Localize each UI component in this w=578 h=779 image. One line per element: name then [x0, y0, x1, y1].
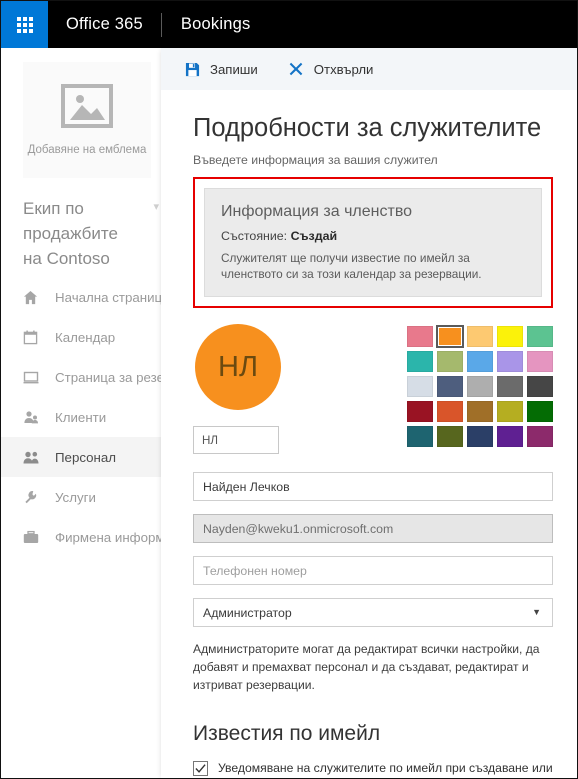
add-logo-label: Добавяне на емблема — [27, 144, 147, 156]
color-palette — [407, 324, 553, 454]
avatar[interactable]: НЛ — [195, 324, 281, 410]
avatar-column: НЛ НЛ — [193, 324, 360, 454]
image-placeholder-icon — [61, 84, 113, 133]
discard-label: Отхвърли — [313, 61, 374, 77]
sidebar-item-business-information[interactable]: Фирмена информац — [1, 517, 161, 557]
close-x-icon — [288, 61, 305, 78]
role-description: Администраторите могат да редактират вси… — [193, 642, 540, 692]
membership-note: Служителят ще получи известие по имейл з… — [221, 251, 482, 281]
page-subtitle: Въведете информация за вашия служител — [193, 153, 438, 167]
phone-field[interactable]: Телефонен номер — [193, 556, 553, 585]
email-field: Nayden@kweku1.onmicrosoft.com — [193, 514, 553, 543]
notify-staff-checkbox-row[interactable]: Уведомяване на служителите по имейл при … — [193, 760, 553, 776]
color-swatch[interactable] — [467, 426, 493, 447]
color-swatch[interactable] — [497, 326, 523, 347]
role-select[interactable]: Администратор ▼ — [193, 598, 553, 627]
membership-status-label: Състояние: — [221, 229, 288, 243]
avatar-and-palette: НЛ НЛ — [193, 324, 553, 454]
monitor-icon — [23, 368, 45, 386]
color-swatch[interactable] — [527, 326, 553, 347]
sidebar-item-label: Клиенти — [55, 409, 107, 425]
color-swatch[interactable] — [407, 376, 433, 397]
color-swatch[interactable] — [497, 351, 523, 372]
notify-staff-label: Уведомяване на служителите по имейл при … — [218, 761, 553, 775]
name-field[interactable]: Найден Лечков — [193, 472, 553, 501]
color-swatch[interactable] — [497, 376, 523, 397]
app-name-label[interactable]: Bookings — [162, 15, 250, 34]
color-swatch[interactable] — [407, 351, 433, 372]
save-floppy-icon — [184, 61, 201, 78]
nav-list: Начална страница Календар Страница за ре… — [1, 277, 161, 557]
sidebar-item-booking-page[interactable]: Страница за резерв — [1, 357, 161, 397]
home-icon — [23, 288, 45, 306]
sidebar-item-staff[interactable]: Персонал — [1, 437, 161, 477]
sidebar-item-services[interactable]: Услуги — [1, 477, 161, 517]
color-swatch[interactable] — [527, 426, 553, 447]
sidebar-item-calendar[interactable]: Календар — [1, 317, 161, 357]
color-swatch[interactable] — [527, 401, 553, 422]
team-name-label: Екип по продажбите на Contoso — [23, 199, 118, 268]
checkmark-icon — [195, 764, 206, 773]
color-swatch[interactable] — [467, 376, 493, 397]
color-swatch-selected[interactable] — [436, 325, 464, 348]
membership-info-box: Информация за членство Състояние: Създай… — [204, 188, 542, 297]
membership-info-heading: Информация за членство — [221, 203, 413, 220]
briefcase-icon — [23, 528, 45, 546]
staff-icon — [23, 448, 45, 466]
staff-details-panel: Запиши Отхвърли Подробности за служители… — [161, 48, 577, 778]
color-swatch[interactable] — [497, 426, 523, 447]
sidebar-item-label: Страница за резерв — [55, 369, 161, 385]
color-swatch[interactable] — [437, 376, 463, 397]
color-swatch[interactable] — [437, 401, 463, 422]
calendar-icon — [23, 328, 45, 346]
customers-icon — [23, 408, 45, 426]
color-swatch[interactable] — [407, 426, 433, 447]
chevron-down-icon: ▾ — [153, 201, 159, 213]
membership-highlight-annotation: Информация за членство Състояние: Създай… — [193, 177, 553, 308]
color-swatch[interactable] — [437, 426, 463, 447]
sidebar-item-label: Календар — [55, 329, 116, 345]
sidebar-item-home[interactable]: Начална страница — [1, 277, 161, 317]
color-swatch[interactable] — [437, 351, 463, 372]
wrench-icon — [23, 488, 45, 506]
sidebar-item-customers[interactable]: Клиенти — [1, 397, 161, 437]
save-button[interactable]: Запиши — [184, 61, 258, 78]
app-launcher-button[interactable] — [1, 1, 48, 48]
discard-button[interactable]: Отхвърли — [288, 61, 374, 78]
color-swatch[interactable] — [497, 401, 523, 422]
add-logo-dropzone[interactable]: Добавяне на емблема — [23, 62, 151, 178]
save-label: Запиши — [210, 61, 258, 77]
page-title: Подробности за служителите — [193, 114, 542, 142]
email-notifications-heading: Известия по имейл — [193, 722, 381, 745]
sidebar-item-label: Персонал — [55, 449, 117, 465]
initials-input[interactable]: НЛ — [193, 426, 279, 454]
team-selector[interactable]: Екип по продажбите на Contoso ▾ — [1, 196, 161, 271]
sidebar-item-label: Начална страница — [55, 289, 161, 305]
color-swatch[interactable] — [527, 376, 553, 397]
chevron-down-icon: ▼ — [532, 607, 541, 617]
sidebar-item-label: Фирмена информац — [55, 529, 161, 545]
color-swatch[interactable] — [407, 401, 433, 422]
staff-form: Найден Лечков Nayden@kweku1.onmicrosoft.… — [193, 472, 553, 627]
notify-staff-checkbox[interactable] — [193, 761, 208, 776]
command-bar: Запиши Отхвърли — [161, 48, 577, 90]
color-swatch[interactable] — [407, 326, 433, 347]
left-navigation: Добавяне на емблема Екип по продажбите н… — [1, 48, 161, 778]
panel-body: Подробности за служителите Въведете инфо… — [161, 112, 577, 776]
membership-status: Състояние: Създай — [221, 229, 525, 243]
color-swatch[interactable] — [527, 351, 553, 372]
office365-suite-bar: Office 365 Bookings — [1, 1, 577, 48]
membership-status-value: Създай — [290, 229, 338, 243]
color-swatch[interactable] — [467, 326, 493, 347]
waffle-icon — [16, 16, 33, 33]
role-select-value: Администратор — [203, 605, 292, 620]
color-swatch[interactable] — [467, 401, 493, 422]
suite-brand-label[interactable]: Office 365 — [48, 15, 143, 34]
color-swatch[interactable] — [467, 351, 493, 372]
sidebar-item-label: Услуги — [55, 489, 96, 505]
bookings-staff-details-screen: Office 365 Bookings Добавяне на емблема … — [0, 0, 578, 779]
